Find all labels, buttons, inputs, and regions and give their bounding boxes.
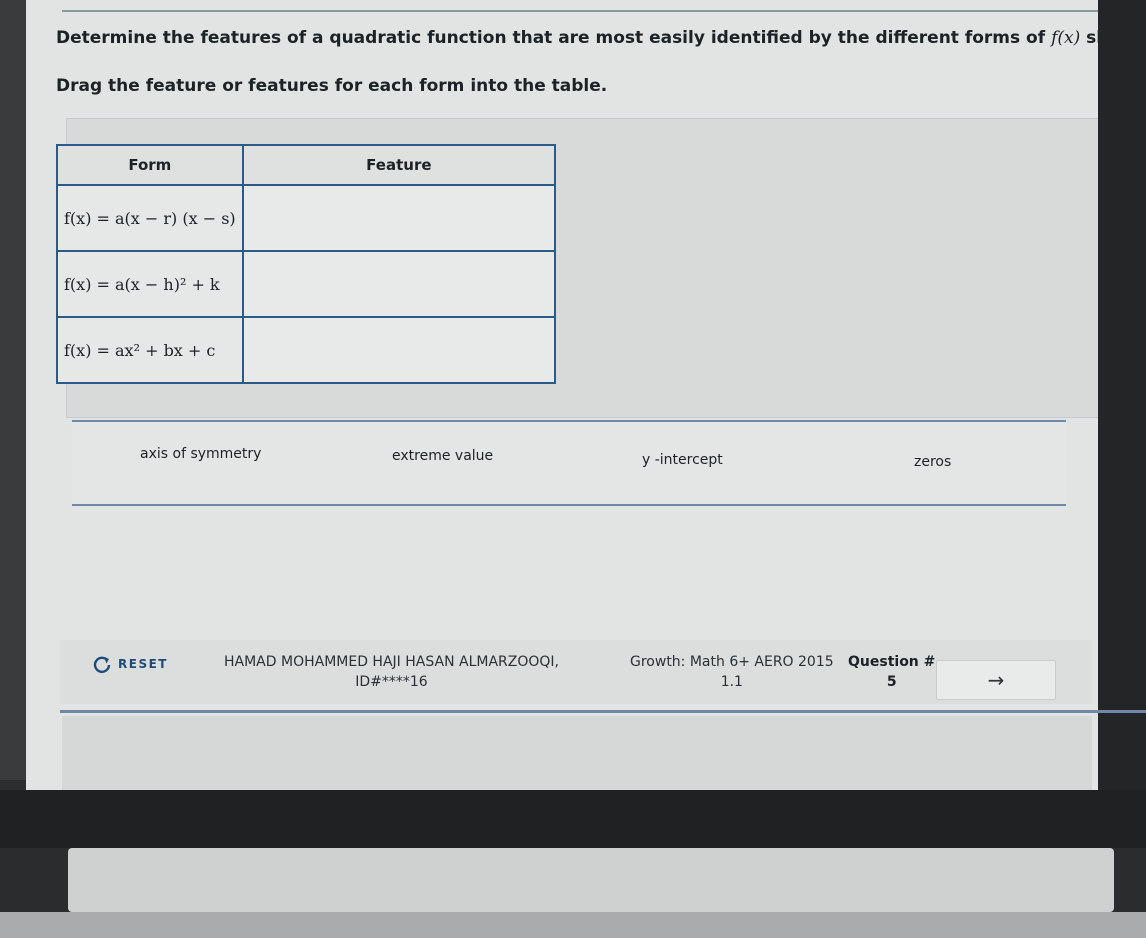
reset-button[interactable]: RESET xyxy=(92,654,168,674)
student-info: HAMAD MOHAMMED HAJI HASAN ALMARZOOQI, ID… xyxy=(224,652,559,692)
form-column-header: Form xyxy=(56,144,244,186)
monitor-bezel xyxy=(0,790,1146,848)
lower-page-area xyxy=(62,716,1092,790)
instruction-prefix: Determine the features of a quadratic fu… xyxy=(56,28,1052,48)
student-id: ID#****16 xyxy=(355,674,428,690)
course-section: 1.1 xyxy=(720,674,743,690)
arrow-right-icon: → xyxy=(987,668,1005,692)
form-factored: f(x) = a(x − r) (x − s) xyxy=(56,184,244,252)
monitor-left-edge xyxy=(0,0,26,780)
laptop-base xyxy=(0,912,1146,938)
table-header-row: Form Feature xyxy=(56,144,557,186)
question-label: Question # xyxy=(848,654,936,670)
table-row: f(x) = ax² + bx + c xyxy=(56,316,557,384)
instruction-fx: f(x) xyxy=(1051,28,1081,48)
monitor-right-edge xyxy=(1098,0,1146,790)
footer-divider xyxy=(60,710,1146,713)
choice-zeros[interactable]: zeros xyxy=(914,454,951,470)
table-row: f(x) = a(x − h)² + k xyxy=(56,250,557,318)
course-name: Growth: Math 6+ AERO 2015 xyxy=(630,654,834,670)
feature-drop-zone-standard[interactable] xyxy=(241,316,557,384)
reset-icon xyxy=(93,656,111,674)
student-name: HAMAD MOHAMMED HAJI HASAN ALMARZOOQI, xyxy=(224,654,559,670)
instruction-line-1: Determine the features of a quadratic fu… xyxy=(56,28,1118,48)
question-counter: Question # 5 xyxy=(848,652,935,692)
course-info: Growth: Math 6+ AERO 2015 1.1 xyxy=(630,652,834,692)
form-standard: f(x) = ax² + bx + c xyxy=(56,316,244,384)
feature-column-header: Feature xyxy=(241,144,557,186)
form-vertex: f(x) = a(x − h)² + k xyxy=(56,250,244,318)
choice-axis-of-symmetry[interactable]: axis of symmetry xyxy=(140,446,261,462)
footer-bar: RESET HAMAD MOHAMMED HAJI HASAN ALMARZOO… xyxy=(60,640,1092,704)
table-row: f(x) = a(x − r) (x − s) xyxy=(56,184,557,252)
instruction-line-2: Drag the feature or features for each fo… xyxy=(56,76,608,96)
next-button[interactable]: → xyxy=(936,660,1056,700)
choice-y-intercept[interactable]: y -intercept xyxy=(642,452,723,468)
top-divider xyxy=(62,10,1118,12)
choice-bank: axis of symmetry extreme value y -interc… xyxy=(72,420,1066,506)
question-number: 5 xyxy=(886,674,897,690)
feature-drop-zone-vertex[interactable] xyxy=(241,250,557,318)
laptop-deck xyxy=(68,848,1114,912)
reset-label: RESET xyxy=(118,657,168,671)
form-feature-table: Form Feature f(x) = a(x − r) (x − s) f(x… xyxy=(56,144,557,384)
choice-extreme-value[interactable]: extreme value xyxy=(392,448,493,464)
feature-drop-zone-factored[interactable] xyxy=(241,184,557,252)
